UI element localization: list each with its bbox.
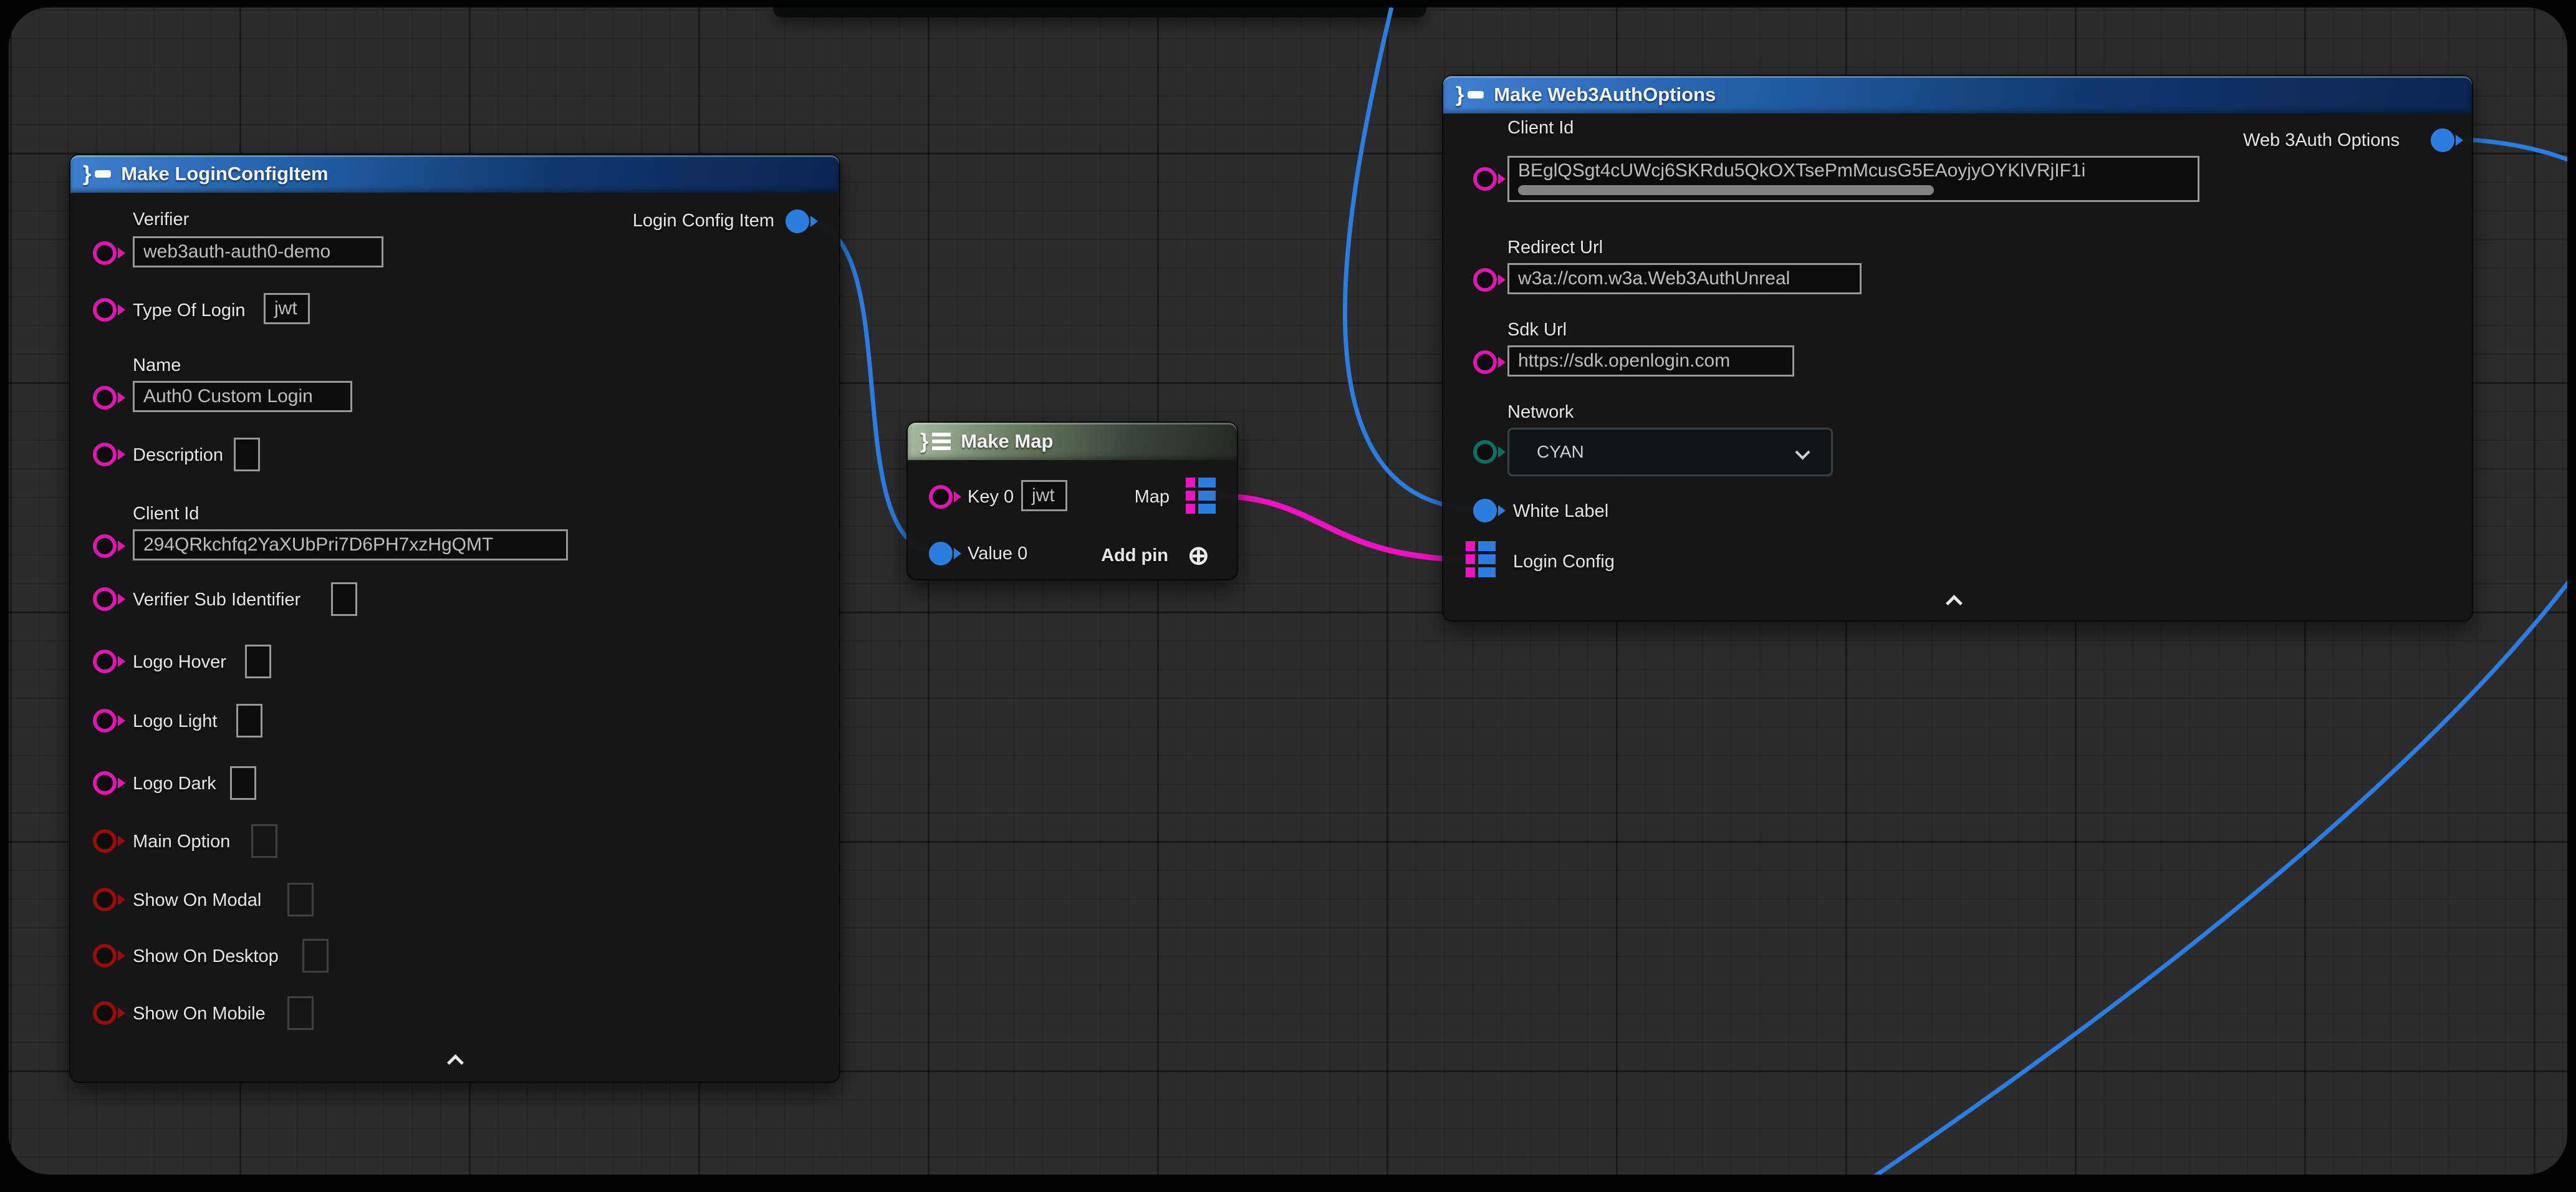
input-pin-client-id[interactable]	[1473, 167, 1497, 191]
node-header[interactable]: } Make Web3AuthOptions	[1443, 76, 2472, 113]
pin-label-type-of-login: Type Of Login	[133, 299, 246, 322]
sdk-url-input[interactable]: https://sdk.openlogin.com	[1507, 345, 1794, 377]
client-id-input[interactable]: 294QRkchfq2YaXUbPri7D6PH7xzHgQMT	[133, 529, 568, 560]
pin-label-show-on-mobile: Show On Mobile	[133, 1002, 266, 1026]
output-pin-label-map: Map	[1135, 485, 1170, 509]
redirect-url-input[interactable]: w3a://com.w3a.Web3AuthUnreal	[1507, 263, 1862, 294]
node-title: Make Web3AuthOptions	[1494, 84, 1716, 106]
pin-label-value0: Value 0	[968, 542, 1027, 565]
pin-label-show-on-modal: Show On Modal	[133, 888, 261, 912]
node-make-map[interactable]: } Make Map Key 0 jwt Map Value 0 Add pin…	[906, 421, 1238, 580]
input-pin-logo-dark[interactable]	[93, 771, 117, 795]
input-pin-network[interactable]	[1473, 440, 1497, 464]
network-dropdown-value: CYAN	[1509, 442, 1584, 462]
client-id-text: BEglQSgt4cUWcj6SKRdu5QkOXTsePmMcusG5EAoy…	[1518, 160, 2085, 181]
client-id-input[interactable]: BEglQSgt4cUWcj6SKRdu5QkOXTsePmMcusG5EAoy…	[1507, 156, 2199, 202]
logo-hover-input[interactable]	[245, 645, 271, 678]
logo-dark-input[interactable]	[230, 766, 256, 800]
logo-light-input[interactable]	[236, 704, 262, 738]
client-id-scrollbar[interactable]	[1518, 185, 1934, 195]
node-title: Make LoginConfigItem	[121, 163, 328, 185]
pin-label-client-id: Client Id	[133, 502, 199, 526]
node-header[interactable]: } Make LoginConfigItem	[70, 155, 839, 193]
pin-label-main-option: Main Option	[133, 830, 230, 853]
graph-canvas[interactable]: } Make LoginConfigItem Login Config Item…	[9, 7, 2567, 1175]
input-pin-value0[interactable]	[929, 542, 953, 565]
key0-input[interactable]: jwt	[1021, 480, 1067, 511]
name-input[interactable]: Auth0 Custom Login	[133, 381, 352, 412]
make-struct-icon: }	[83, 162, 111, 186]
input-pin-white-label[interactable]	[1473, 499, 1497, 522]
collapse-chevron-icon[interactable]	[447, 1052, 462, 1067]
input-pin-show-on-desktop[interactable]	[93, 944, 117, 968]
network-dropdown[interactable]: CYAN	[1507, 428, 1833, 476]
output-pin-label: Web 3Auth Options	[2243, 128, 2400, 152]
pin-label-show-on-desktop: Show On Desktop	[133, 944, 279, 968]
pin-label-logo-light: Logo Light	[133, 709, 217, 733]
pin-label-network: Network	[1507, 400, 1574, 424]
collapse-chevron-icon[interactable]	[1946, 592, 1961, 607]
pin-label-logo-dark: Logo Dark	[133, 772, 216, 795]
pin-label-description: Description	[133, 443, 223, 467]
pin-label-verifier-sub-identifier: Verifier Sub Identifier	[133, 588, 300, 612]
input-pin-show-on-modal[interactable]	[93, 888, 117, 911]
pin-label-key0: Key 0	[968, 485, 1014, 509]
make-map-icon: }	[920, 430, 951, 454]
node-header[interactable]: } Make Map	[908, 423, 1237, 460]
checkbox-show-on-desktop[interactable]	[302, 939, 329, 973]
node-title: Make Map	[961, 430, 1053, 453]
checkbox-show-on-mobile[interactable]	[287, 996, 314, 1030]
input-pin-show-on-mobile[interactable]	[93, 1001, 117, 1025]
pin-label-client-id: Client Id	[1507, 116, 1574, 140]
output-pin-label: Login Config Item	[633, 209, 774, 233]
output-pin-map-icon[interactable]	[1186, 478, 1216, 514]
output-pin-web3auth-options[interactable]	[2431, 128, 2454, 152]
input-pin-logo-hover[interactable]	[93, 650, 117, 673]
checkbox-main-option[interactable]	[251, 824, 277, 858]
input-pin-login-config-icon[interactable]	[1466, 541, 1496, 577]
make-struct-icon: }	[1456, 83, 1484, 107]
type-of-login-input[interactable]: jwt	[264, 293, 310, 324]
pin-label-white-label: White Label	[1513, 499, 1608, 523]
pin-label-login-config: Login Config	[1513, 550, 1615, 574]
dropdown-chevron-icon	[1796, 447, 1809, 459]
input-pin-key0[interactable]	[929, 485, 953, 509]
input-pin-logo-light[interactable]	[93, 709, 117, 733]
description-input[interactable]	[234, 438, 260, 471]
checkbox-show-on-modal[interactable]	[287, 883, 314, 916]
node-make-loginconfigitem[interactable]: } Make LoginConfigItem Login Config Item…	[69, 154, 840, 1083]
input-pin-verifier[interactable]	[93, 241, 117, 265]
input-pin-description[interactable]	[93, 443, 117, 466]
pin-label-name: Name	[133, 353, 181, 377]
verifier-sub-identifier-input[interactable]	[331, 582, 357, 616]
input-pin-verifier-sub-identifier[interactable]	[93, 587, 117, 611]
input-pin-redirect-url[interactable]	[1473, 268, 1497, 292]
add-pin-label[interactable]: Add pin	[1101, 544, 1168, 567]
input-pin-name[interactable]	[93, 386, 117, 410]
input-pin-type-of-login[interactable]	[93, 298, 117, 322]
input-pin-sdk-url[interactable]	[1473, 350, 1497, 374]
node-make-web3authoptions[interactable]: } Make Web3AuthOptions Web 3Auth Options…	[1442, 75, 2473, 622]
output-pin-login-config-item[interactable]	[786, 209, 809, 233]
pin-label-logo-hover: Logo Hover	[133, 650, 226, 674]
pin-label-sdk-url: Sdk Url	[1507, 318, 1567, 342]
verifier-input[interactable]: web3auth-auth0-demo	[133, 236, 383, 267]
input-pin-client-id[interactable]	[93, 534, 117, 558]
pin-label-redirect-url: Redirect Url	[1507, 236, 1603, 259]
input-pin-main-option[interactable]	[93, 829, 117, 853]
add-pin-icon[interactable]: ⊕	[1188, 542, 1209, 569]
pin-label-verifier: Verifier	[133, 208, 189, 231]
